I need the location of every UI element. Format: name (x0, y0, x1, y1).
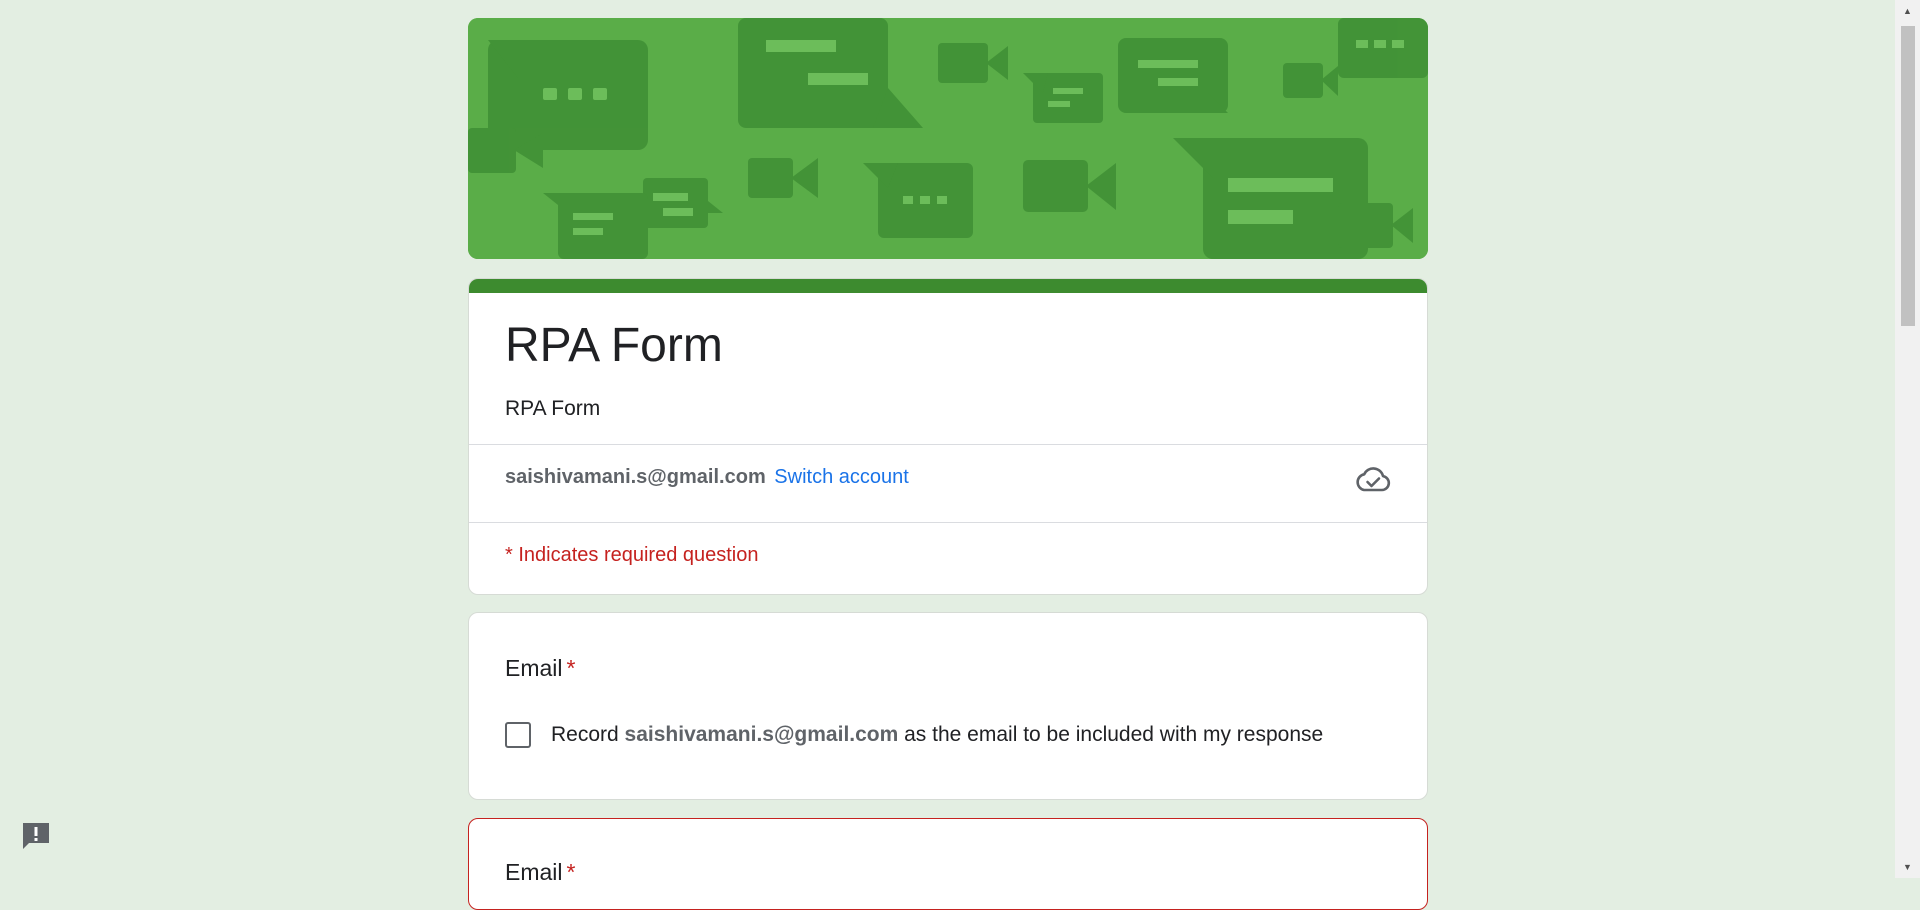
question-card-email: Email * Record saishivamani.s@gmail.com a… (468, 612, 1428, 800)
record-email-label[interactable]: Record saishivamani.s@gmail.com as the e… (551, 722, 1323, 748)
checkbox-email: saishivamani.s@gmail.com (624, 723, 899, 746)
form-description: RPA Form (505, 397, 601, 420)
form-header-card: RPA Form RPA Form saishivamani.s@gmail.c… (468, 278, 1428, 595)
cloud-check-icon (1355, 464, 1391, 494)
divider (469, 522, 1427, 523)
account-email: saishivamani.s@gmail.com (505, 466, 766, 488)
switch-account-link[interactable]: Switch account (774, 466, 909, 488)
required-asterisk: * (566, 859, 576, 885)
vertical-scrollbar[interactable]: ▲ ▼ (1895, 0, 1920, 878)
checkbox-text-prefix: Record (551, 723, 625, 746)
question-label: Email (505, 655, 563, 681)
header-accent-bar (469, 279, 1427, 293)
question-title: Email * (505, 653, 575, 683)
divider (469, 444, 1427, 445)
checkbox-text-suffix: as the email to be included with my resp… (898, 723, 1324, 746)
feedback-icon[interactable] (20, 820, 52, 852)
header-banner (468, 18, 1428, 259)
scroll-up-arrow-icon[interactable]: ▲ (1895, 2, 1920, 20)
banner-pattern (468, 18, 1428, 259)
record-email-checkbox[interactable] (505, 722, 531, 748)
scroll-down-arrow-icon[interactable]: ▼ (1895, 858, 1920, 876)
required-asterisk: * (566, 655, 576, 681)
required-note: * Indicates required question (505, 544, 759, 566)
question-title: Email * (505, 857, 575, 887)
account-row: saishivamani.s@gmail.com Switch account (505, 464, 909, 490)
question-label: Email (505, 859, 563, 885)
scrollbar-thumb[interactable] (1901, 26, 1915, 326)
form-title: RPA Form (505, 319, 723, 372)
form-page: RPA Form RPA Form saishivamani.s@gmail.c… (0, 0, 1895, 910)
question-card-email-2: Email * (468, 818, 1428, 910)
